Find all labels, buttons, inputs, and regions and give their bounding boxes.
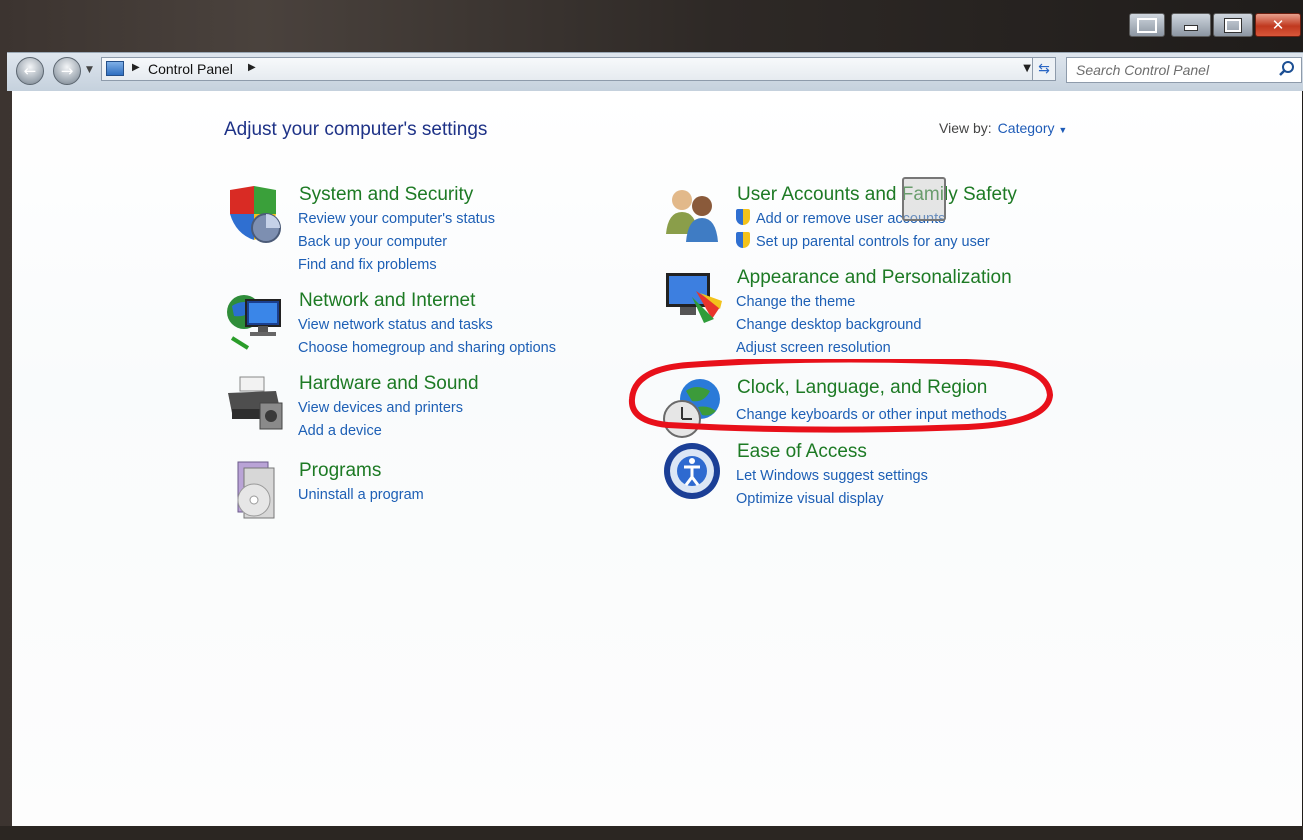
- forward-button[interactable]: →: [53, 57, 81, 85]
- view-by: View by: Category ▼: [939, 120, 1067, 136]
- navigation-bar: ← → ▼ ▶ Control Panel ▶ ▼ ⇆: [7, 52, 1303, 91]
- view-by-label: View by:: [939, 120, 992, 136]
- search-input[interactable]: [1074, 58, 1278, 82]
- link-network-status[interactable]: View network status and tasks: [298, 317, 493, 333]
- link-parental-controls[interactable]: Set up parental controls for any user: [756, 234, 990, 250]
- recent-pages-dropdown[interactable]: ▼: [86, 65, 93, 75]
- category-title[interactable]: Appearance and Personalization: [737, 267, 1012, 289]
- category-title[interactable]: Hardware and Sound: [299, 373, 479, 395]
- category-title[interactable]: Ease of Access: [737, 441, 867, 463]
- uac-shield-icon: [736, 209, 750, 225]
- taskbar-thumbnail-button[interactable]: [1129, 13, 1165, 37]
- ease-of-access-icon: [664, 443, 720, 499]
- window-frame: ✕ ← → ▼ ▶ Control Panel ▶ ▼ ⇆ Search Con…: [0, 0, 1303, 840]
- title-bar[interactable]: ✕: [0, 0, 1303, 52]
- minimize-icon: [1184, 25, 1198, 31]
- refresh-icon: ⇆: [1038, 61, 1050, 77]
- link-desktop-background[interactable]: Change desktop background: [736, 317, 921, 333]
- link-review-status[interactable]: Review your computer's status: [298, 211, 495, 227]
- category-title[interactable]: System and Security: [299, 184, 473, 206]
- forward-arrow-icon: →: [60, 62, 74, 80]
- address-dropdown-icon[interactable]: ▼: [1023, 63, 1031, 74]
- users-icon: [666, 190, 718, 242]
- maximize-button[interactable]: [1213, 13, 1253, 37]
- link-uninstall[interactable]: Uninstall a program: [298, 487, 424, 503]
- view-by-dropdown[interactable]: Category: [998, 120, 1055, 136]
- window-bottom-edge: [0, 826, 1303, 840]
- view-by-chevron-icon[interactable]: ▼: [1058, 125, 1067, 135]
- link-windows-suggest[interactable]: Let Windows suggest settings: [736, 468, 928, 484]
- category-title[interactable]: User Accounts and Family Safety: [737, 184, 1017, 206]
- back-arrow-icon: ←: [23, 62, 37, 80]
- link-add-device[interactable]: Add a device: [298, 423, 382, 439]
- control-panel-content: Adjust your computer's settings View by:…: [12, 91, 1302, 826]
- network-globe-icon: [227, 295, 281, 350]
- shield-icon: [230, 186, 281, 243]
- back-button[interactable]: ←: [16, 57, 44, 85]
- window-controls: ✕: [1171, 13, 1301, 37]
- close-button[interactable]: ✕: [1255, 13, 1301, 37]
- window-switch-icon: [1137, 17, 1157, 33]
- link-devices-printers[interactable]: View devices and printers: [298, 400, 463, 416]
- link-homegroup[interactable]: Choose homegroup and sharing options: [298, 340, 556, 356]
- control-panel-icon: [106, 61, 124, 76]
- refresh-button[interactable]: ⇆: [1032, 57, 1056, 81]
- close-icon: ✕: [1271, 16, 1285, 34]
- programs-disc-icon: [237, 461, 275, 519]
- page-title: Adjust your computer's settings: [224, 119, 488, 140]
- breadcrumb-separator-icon[interactable]: ▶: [132, 62, 140, 73]
- maximize-icon: [1224, 17, 1242, 33]
- link-find-fix[interactable]: Find and fix problems: [298, 257, 437, 273]
- breadcrumb-chevron-icon[interactable]: ▶: [248, 62, 256, 73]
- category-title[interactable]: Programs: [299, 460, 381, 482]
- search-icon[interactable]: [1277, 59, 1297, 79]
- annotation-circle: [628, 359, 1054, 433]
- link-change-theme[interactable]: Change the theme: [736, 294, 855, 310]
- link-optimize-display[interactable]: Optimize visual display: [736, 491, 883, 507]
- breadcrumb-control-panel[interactable]: Control Panel: [148, 61, 233, 77]
- uac-shield-icon: [736, 232, 750, 248]
- monitor-palette-icon: [666, 273, 722, 323]
- link-screen-resolution[interactable]: Adjust screen resolution: [736, 340, 891, 356]
- drag-handle-icon: [902, 177, 946, 221]
- printer-icon: [228, 376, 283, 430]
- search-box[interactable]: [1066, 57, 1302, 83]
- address-bar[interactable]: ▶ Control Panel ▶ ▼: [101, 57, 1036, 81]
- category-title[interactable]: Network and Internet: [299, 290, 475, 312]
- link-back-up[interactable]: Back up your computer: [298, 234, 447, 250]
- minimize-button[interactable]: [1171, 13, 1211, 37]
